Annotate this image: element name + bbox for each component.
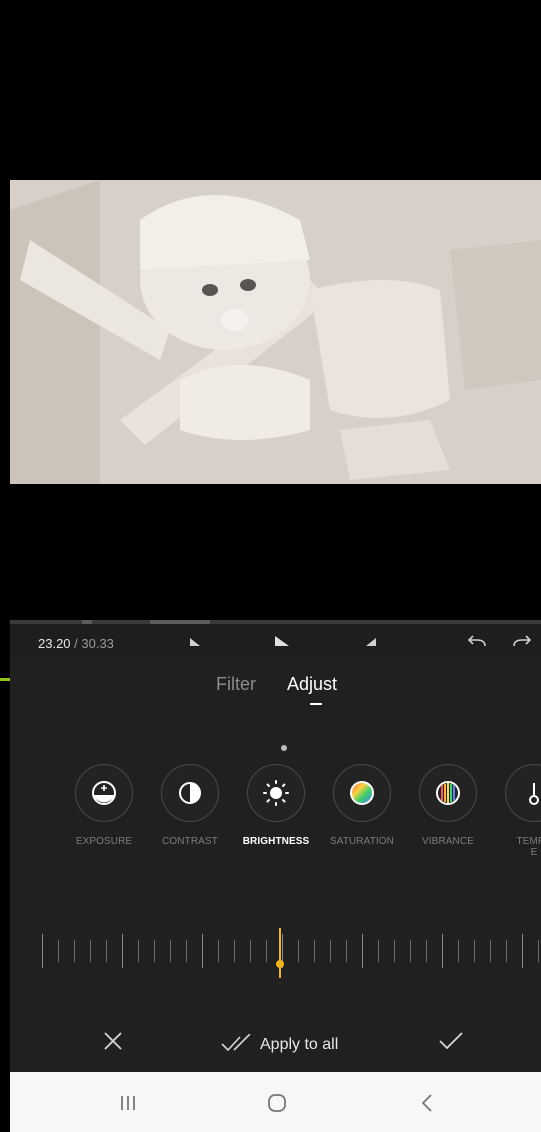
slider-tick — [346, 940, 347, 962]
mark-start-icon[interactable] — [186, 632, 206, 652]
tool-vibrance[interactable]: VIBRANCE — [410, 764, 486, 847]
slider-tick — [202, 934, 203, 968]
slider-tick — [42, 934, 43, 968]
close-icon[interactable] — [102, 1030, 124, 1052]
slider-tick — [90, 940, 91, 962]
system-navigation-bar — [10, 1072, 541, 1132]
tab-filter[interactable]: Filter — [216, 674, 256, 695]
slider-tick — [106, 940, 107, 962]
slider-center-dot — [276, 960, 284, 968]
tool-label: BRIGHTNESS — [242, 836, 310, 847]
checkmark-icon[interactable] — [438, 1030, 464, 1052]
slider-tick — [330, 940, 331, 962]
recent-apps-icon[interactable] — [118, 1094, 138, 1112]
slider-tick — [474, 940, 475, 962]
tool-saturation[interactable]: SATURATION — [324, 764, 400, 847]
slider-tick — [74, 940, 75, 962]
temperature-icon — [529, 783, 539, 805]
slider-tick — [138, 940, 139, 962]
mark-end-icon[interactable] — [360, 632, 380, 652]
sculpture-image — [10, 180, 541, 484]
total-time: / 30.33 — [70, 636, 114, 651]
playback-controls: 23.20 / 30.33 — [10, 624, 541, 658]
tool-contrast[interactable]: CONTRAST — [152, 764, 228, 847]
redo-icon[interactable] — [510, 632, 534, 652]
tool-label: SATURATION — [330, 836, 394, 847]
tool-label: TEMPE E — [516, 836, 541, 858]
action-bar: Apply to all — [10, 1018, 541, 1068]
tool-label: EXPOSURE — [75, 836, 133, 847]
adjust-panel: Filter Adjust EXPOSURE CONTRAST BRIGHTNE… — [10, 658, 541, 1072]
slider-tick — [154, 940, 155, 962]
slider-tick — [394, 940, 395, 962]
play-icon[interactable] — [272, 632, 292, 652]
slider-tick — [362, 934, 363, 968]
slider-tick — [506, 940, 507, 962]
slider-tick — [298, 940, 299, 962]
undo-icon[interactable] — [465, 632, 489, 652]
tool-brightness[interactable]: BRIGHTNESS — [238, 764, 314, 847]
page-indicator-dot — [281, 745, 287, 751]
brightness-icon — [263, 780, 289, 806]
slider-tick — [122, 934, 123, 968]
apply-all-icon[interactable] — [220, 1034, 254, 1054]
time-readout: 23.20 / 30.33 — [38, 636, 114, 651]
home-icon[interactable] — [266, 1092, 288, 1114]
video-preview — [10, 180, 541, 484]
slider-tick — [378, 940, 379, 962]
slider-tick — [522, 934, 523, 968]
back-icon[interactable] — [418, 1092, 436, 1114]
contrast-icon — [179, 782, 201, 804]
tool-exposure[interactable]: EXPOSURE — [66, 764, 142, 847]
slider-tick — [58, 940, 59, 962]
tab-adjust[interactable]: Adjust — [287, 674, 337, 695]
slider-needle[interactable] — [279, 928, 281, 978]
slider-tick — [426, 940, 427, 962]
tool-label: VIBRANCE — [422, 836, 474, 847]
slider-tick — [410, 940, 411, 962]
slider-tick — [266, 940, 267, 962]
editor-tabs: Filter Adjust — [10, 666, 541, 706]
slider-tick — [538, 940, 539, 962]
slider-tick — [442, 934, 443, 968]
slider-tick — [234, 940, 235, 962]
slider-tick — [170, 940, 171, 962]
slider-tick — [218, 940, 219, 962]
tool-temperature[interactable]: TEMPE E — [496, 764, 541, 858]
slider-tick — [250, 940, 251, 962]
tool-label: CONTRAST — [162, 836, 218, 847]
current-time: 23.20 — [38, 636, 71, 651]
slider-tick — [458, 940, 459, 962]
active-tab-indicator — [310, 703, 322, 705]
phone-screen: 23.20 / 30.33 Filter Adjust EXPOSURE CON… — [10, 0, 541, 1132]
slider-tick — [490, 940, 491, 962]
saturation-icon — [350, 781, 374, 805]
exposure-icon — [92, 781, 116, 805]
vibrance-icon — [436, 781, 460, 805]
slider-tick — [314, 940, 315, 962]
apply-to-all-button[interactable]: Apply to all — [260, 1036, 338, 1054]
adjust-slider[interactable] — [10, 918, 541, 978]
slider-tick — [186, 940, 187, 962]
